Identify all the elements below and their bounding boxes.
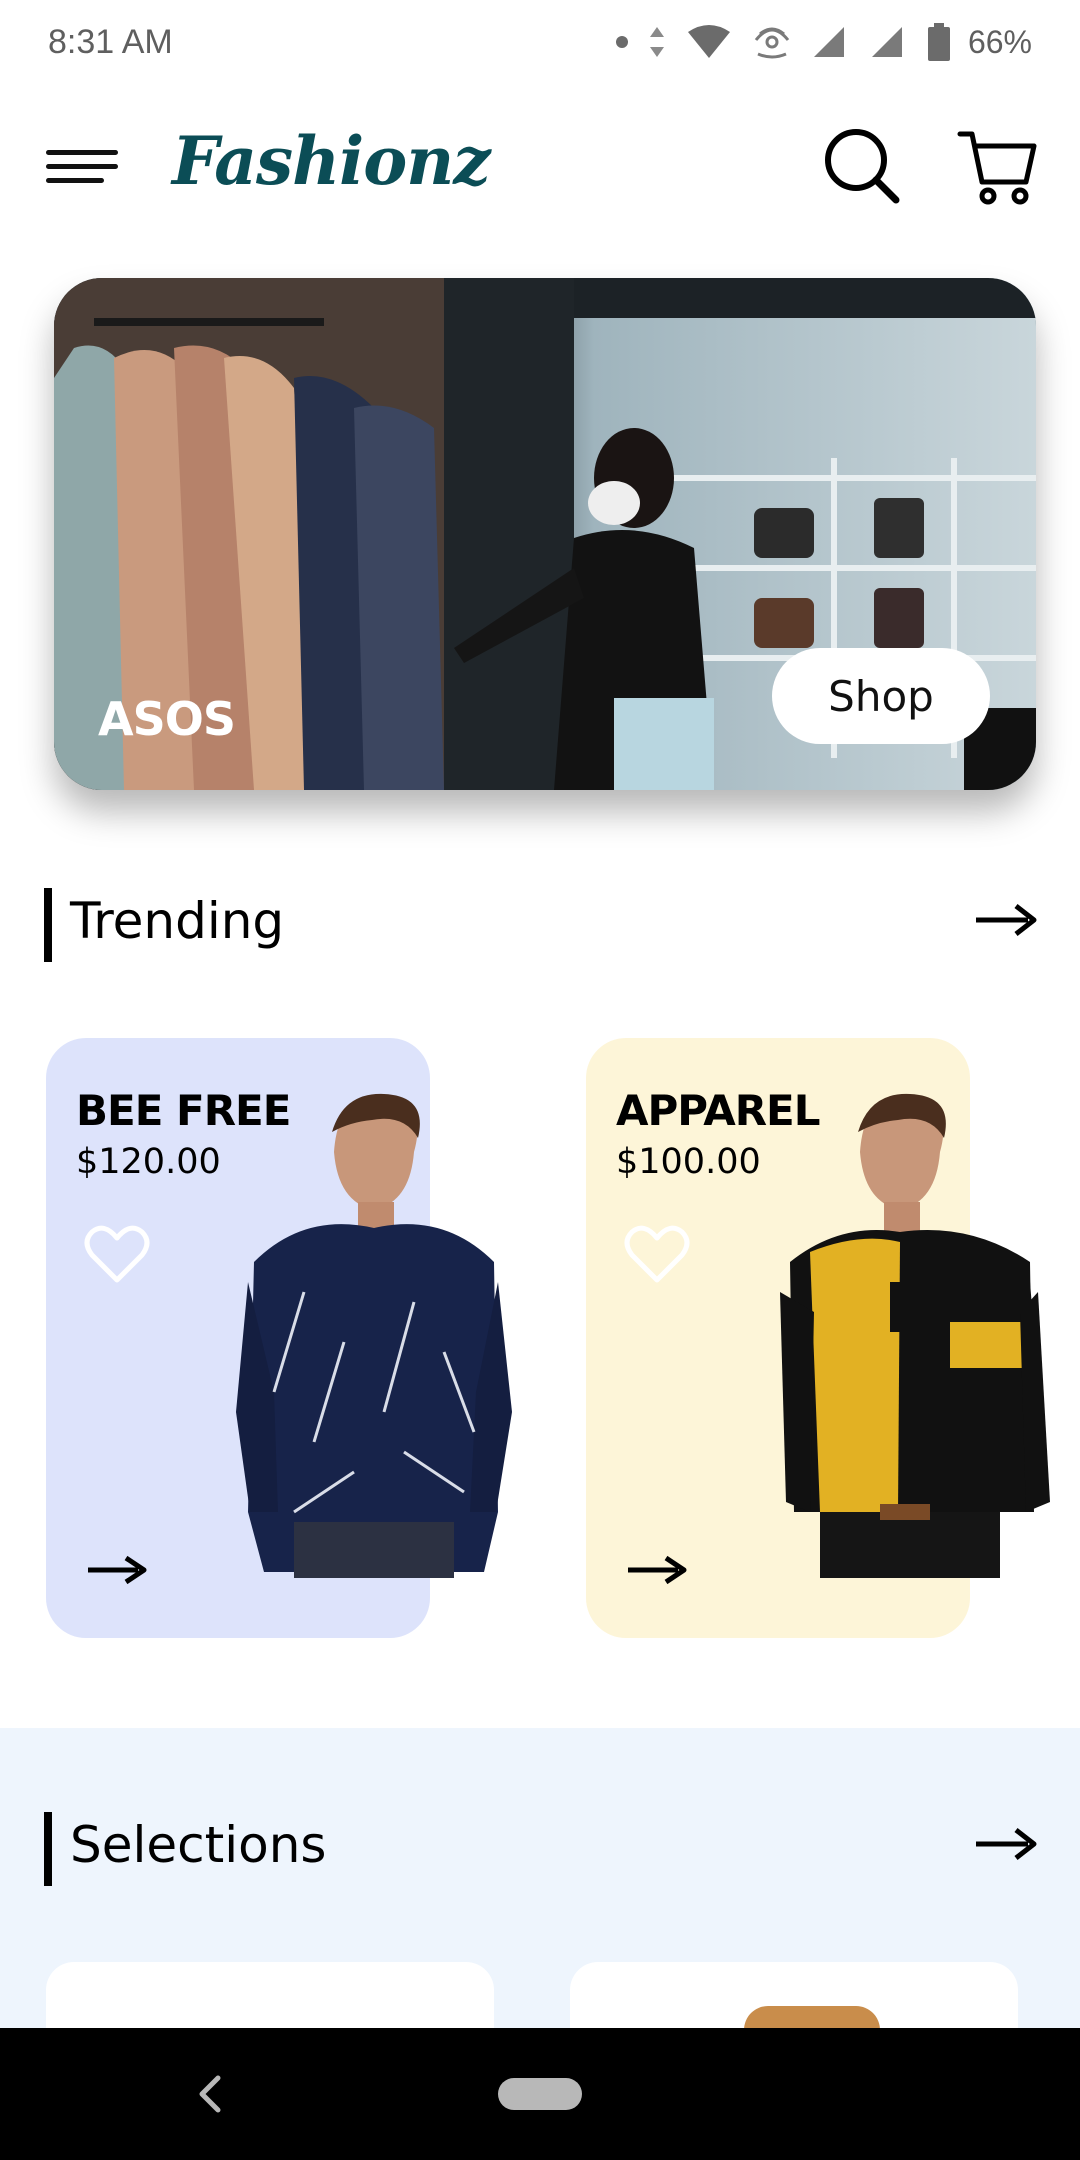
hero-brand: ASOS bbox=[98, 692, 236, 746]
battery-percent: 66% bbox=[967, 23, 1032, 60]
heart-icon[interactable] bbox=[84, 1224, 150, 1284]
shop-button[interactable]: Shop bbox=[772, 648, 990, 744]
status-bar: 8:31 AM 66% bbox=[0, 0, 1080, 84]
status-icons: 66% bbox=[615, 23, 1032, 61]
back-icon[interactable] bbox=[190, 2072, 230, 2116]
signal-icon bbox=[813, 27, 844, 57]
section-accent-bar bbox=[44, 888, 52, 962]
wifi-icon bbox=[687, 25, 730, 58]
signal-icon bbox=[871, 27, 902, 57]
status-time: 8:31 AM bbox=[48, 22, 173, 61]
hotspot-icon bbox=[754, 27, 790, 59]
product-price: $120.00 bbox=[76, 1142, 221, 1182]
selections-title: Selections bbox=[70, 1816, 327, 1874]
trending-title: Trending bbox=[70, 892, 285, 950]
selections-see-all-arrow-icon[interactable] bbox=[974, 1822, 1038, 1866]
search-icon[interactable] bbox=[820, 124, 904, 208]
app-brand-title: Fashionz bbox=[172, 122, 491, 200]
heart-icon[interactable] bbox=[624, 1224, 690, 1284]
selections-section-header: Selections bbox=[0, 1808, 1080, 1888]
section-accent-bar bbox=[44, 1812, 52, 1886]
hero-banner[interactable]: ASOS Shop bbox=[54, 278, 1036, 790]
trending-section-header: Trending bbox=[0, 884, 1080, 964]
home-pill-icon[interactable] bbox=[498, 2078, 582, 2110]
product-model-image bbox=[236, 1093, 512, 1578]
dot-icon bbox=[615, 36, 628, 48]
battery-icon bbox=[927, 23, 950, 61]
hamburger-menu-icon[interactable] bbox=[46, 142, 122, 192]
trending-see-all-arrow-icon[interactable] bbox=[974, 898, 1038, 942]
app-bar: Fashionz bbox=[0, 100, 1080, 240]
arrow-right-icon[interactable] bbox=[86, 1550, 148, 1590]
arrow-right-icon[interactable] bbox=[626, 1550, 688, 1590]
data-arrows-icon bbox=[649, 27, 664, 57]
system-nav-bar bbox=[0, 2028, 1080, 2160]
product-price: $100.00 bbox=[616, 1142, 761, 1182]
cart-icon[interactable] bbox=[956, 124, 1040, 208]
product-model-image bbox=[780, 1093, 1050, 1578]
